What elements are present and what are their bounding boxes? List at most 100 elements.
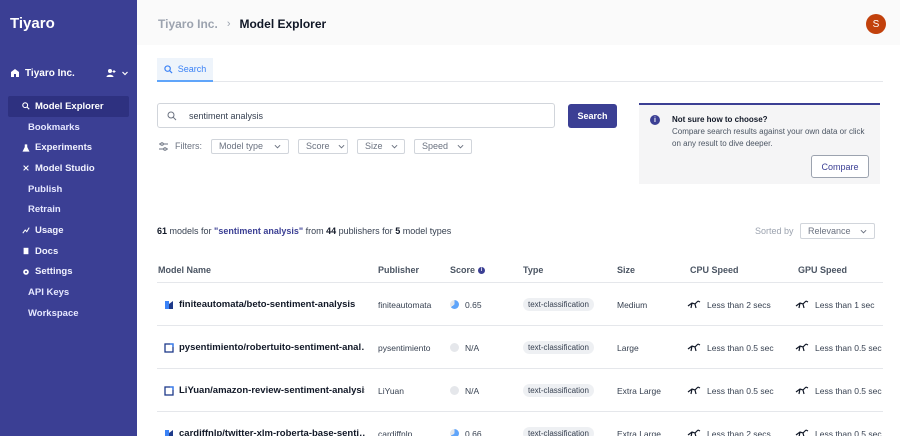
chevron-down-icon	[391, 143, 398, 150]
col-cpu-speed[interactable]: CPU Speed	[690, 265, 739, 275]
filter-speed[interactable]: Speed	[414, 138, 472, 154]
sidebar-item-api-keys[interactable]: API Keys	[8, 282, 129, 303]
score-value: N/A	[465, 342, 480, 353]
col-type[interactable]: Type	[523, 265, 543, 275]
score-pie-icon	[450, 429, 459, 436]
gear-icon	[22, 268, 30, 276]
col-gpu-speed[interactable]: GPU Speed	[798, 265, 847, 275]
tab-search-label: Search	[177, 64, 207, 74]
score-value: 0.65	[465, 299, 482, 310]
filter-model-type[interactable]: Model type	[211, 138, 289, 154]
sidebar-item-label: Docs	[35, 245, 59, 257]
search-field[interactable]	[157, 103, 555, 128]
publisher-cell: LiYuan	[378, 369, 404, 412]
chevron-down-icon	[457, 143, 464, 150]
sidebar-item-workspace[interactable]: Workspace	[8, 303, 129, 324]
col-size[interactable]: Size	[617, 265, 635, 275]
page-title: Model Explorer	[239, 17, 327, 31]
filters-label: Filters:	[175, 141, 202, 151]
sidebar-item-experiments[interactable]: Experiments	[8, 137, 129, 158]
sidebar-item-docs[interactable]: Docs	[8, 241, 129, 262]
size-value: Large	[617, 342, 639, 353]
score-pie-icon	[450, 343, 459, 352]
filter-speed-label: Speed	[422, 141, 449, 151]
sidebar-item-label: Model Studio	[35, 162, 95, 174]
user-avatar[interactable]: S	[866, 14, 886, 34]
size-cell: Large	[617, 326, 639, 369]
org-switcher[interactable]: Tiyaro Inc.	[10, 66, 130, 80]
sidebar-item-settings[interactable]: Settings	[8, 262, 129, 283]
filter-size-label: Size	[365, 141, 383, 151]
model-outline-icon	[164, 385, 174, 396]
chevron-down-icon	[860, 228, 867, 235]
type-tag: text-classification	[523, 384, 594, 397]
publisher-name[interactable]: cardiffnlp	[378, 429, 412, 436]
sidebar-item-publish[interactable]: Publish	[8, 179, 129, 200]
model-name-link[interactable]: pysentimiento/robertuito-sentiment-anal…	[179, 342, 365, 353]
model-name-cell: finiteautomata/beto-sentiment-analysis	[164, 283, 355, 326]
add-user-icon[interactable]	[106, 68, 116, 78]
tab-search[interactable]: Search	[157, 58, 213, 82]
speed-runner-icon	[795, 429, 809, 436]
filter-score-label: Score	[306, 141, 330, 151]
sidebar-item-model-studio[interactable]: Model Studio	[8, 158, 129, 179]
score-cell: 0.66	[450, 412, 482, 436]
col-model-name[interactable]: Model Name	[158, 265, 211, 275]
sort-value: Relevance	[808, 226, 851, 236]
sidebar-item-bookmarks[interactable]: Bookmarks	[8, 117, 129, 138]
search-input[interactable]	[189, 110, 529, 121]
col-label: Size	[617, 265, 636, 275]
publisher-cell: cardiffnlp	[378, 412, 412, 436]
sidebar-item-label: Workspace	[28, 307, 79, 319]
table-row[interactable]: pysentimiento/robertuito-sentiment-anal……	[157, 326, 883, 369]
results-summary: 61 models for "sentiment analysis" from …	[157, 226, 451, 236]
col-publisher[interactable]: Publisher	[378, 265, 419, 275]
results-count: 61	[157, 226, 168, 236]
summary-text: model types	[400, 226, 452, 236]
size-value: Extra Large	[617, 385, 661, 396]
publisher-name[interactable]: finiteautomata	[378, 300, 431, 310]
search-button[interactable]: Search	[568, 104, 617, 128]
breadcrumb-root[interactable]: Tiyaro Inc.	[158, 17, 218, 31]
chevron-down-icon	[338, 143, 345, 150]
compare-button[interactable]: Compare	[811, 155, 869, 178]
sidebar-item-model-explorer[interactable]: Model Explorer	[8, 96, 129, 117]
cpu-speed-cell: Less than 2 secs	[687, 283, 771, 326]
sidebar-item-retrain[interactable]: Retrain	[8, 199, 129, 220]
col-label: Publisher	[378, 265, 420, 275]
speed-runner-icon	[687, 343, 701, 352]
speed-runner-icon	[687, 386, 701, 395]
model-filled-icon	[164, 300, 174, 310]
model-name-link[interactable]: LiYuan/amazon-review-sentiment-analysis	[179, 385, 365, 396]
score-cell: N/A	[450, 326, 479, 369]
cpu-speed-value: Less than 0.5 sec	[707, 385, 774, 396]
sidebar-item-usage[interactable]: Usage	[8, 220, 129, 241]
filter-size[interactable]: Size	[357, 138, 405, 154]
chevron-down-icon[interactable]	[120, 68, 130, 78]
model-name-link[interactable]: cardiffnlp/twitter-xlm-roberta-base-sent…	[179, 428, 365, 436]
breadcrumb-separator: ›	[226, 18, 231, 30]
gpu-speed-cell: Less than 0.5 sec	[795, 369, 882, 412]
cpu-speed-value: Less than 2 secs	[707, 299, 771, 310]
col-label: Score	[450, 265, 476, 275]
table-row[interactable]: cardiffnlp/twitter-xlm-roberta-base-sent…	[157, 412, 883, 436]
cpu-speed-value: Less than 0.5 sec	[707, 342, 774, 353]
app-logo[interactable]: Tiyaro	[10, 15, 55, 32]
model-outline-icon	[164, 342, 174, 353]
gpu-speed-value: Less than 0.5 sec	[815, 428, 882, 436]
info-icon[interactable]: i	[478, 266, 486, 274]
tools-icon	[22, 164, 30, 172]
col-label: GPU Speed	[798, 265, 848, 275]
model-name-link[interactable]: finiteautomata/beto-sentiment-analysis	[179, 299, 355, 310]
table-row[interactable]: LiYuan/amazon-review-sentiment-analysis L…	[157, 369, 883, 412]
search-icon	[22, 102, 30, 110]
size-value: Medium	[617, 299, 648, 310]
table-row[interactable]: finiteautomata/beto-sentiment-analysis fi…	[157, 283, 883, 326]
col-score[interactable]: Score i	[450, 265, 486, 275]
sort-select[interactable]: Relevance	[800, 223, 875, 239]
publisher-name[interactable]: pysentimiento	[378, 343, 430, 353]
filter-score[interactable]: Score	[298, 138, 348, 154]
publisher-name[interactable]: LiYuan	[378, 386, 404, 396]
type-tag: text-classification	[523, 298, 594, 311]
tab-bar: Search	[157, 58, 883, 82]
